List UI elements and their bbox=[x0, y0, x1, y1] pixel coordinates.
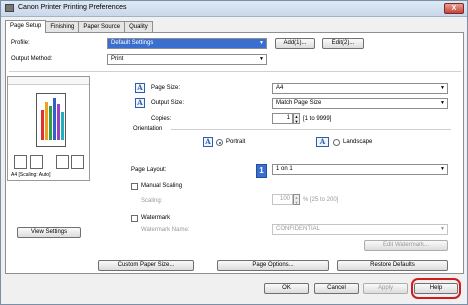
preview-caption: A4 [Scaling: Auto] bbox=[11, 172, 51, 178]
watermark-value: CONFIDENTIAL bbox=[276, 226, 321, 232]
profile-select[interactable]: Default Settings ▼ bbox=[107, 38, 267, 49]
page-size-value: A4 bbox=[276, 85, 284, 91]
chevron-down-icon: ▼ bbox=[440, 85, 445, 91]
chevron-down-icon: ▼ bbox=[259, 56, 264, 62]
watermark-checkbox[interactable] bbox=[131, 215, 138, 222]
divider bbox=[9, 71, 461, 72]
page-layout-label: Page Layout: bbox=[131, 167, 167, 173]
close-button[interactable]: X bbox=[444, 3, 464, 14]
copies-spinner[interactable]: ▲ ▼ bbox=[293, 113, 300, 124]
chevron-down-icon: ▼ bbox=[440, 100, 445, 106]
printer-icon bbox=[5, 4, 14, 12]
output-method-value: Print bbox=[111, 56, 124, 62]
cancel-button[interactable]: Cancel bbox=[314, 283, 359, 294]
scaling-value: 100 bbox=[279, 196, 290, 202]
page-layout-icon: 1 bbox=[256, 164, 267, 178]
apply-button[interactable]: Apply bbox=[363, 283, 408, 294]
portrait-radio[interactable] bbox=[216, 139, 223, 146]
ok-button[interactable]: OK bbox=[264, 283, 309, 294]
profile-label: Profile: bbox=[11, 40, 30, 46]
manual-scaling-checkbox[interactable] bbox=[131, 183, 138, 190]
edit-profile-button[interactable]: Edit(2)... bbox=[322, 38, 364, 49]
landscape-icon: A bbox=[316, 137, 329, 147]
watermark-name-label: Watermark Name: bbox=[141, 227, 190, 233]
page-layout-select[interactable]: 1 on 1 ▼ bbox=[272, 164, 448, 175]
output-method-select[interactable]: Print ▼ bbox=[107, 54, 267, 65]
window-title: Canon Printer Printing Preferences bbox=[18, 4, 127, 11]
custom-paper-size-button[interactable]: Custom Paper Size... bbox=[98, 260, 194, 271]
preview-page bbox=[36, 93, 66, 147]
manual-scaling-label: Manual Scaling bbox=[141, 183, 183, 189]
portrait-icon: A bbox=[203, 137, 213, 147]
copies-range: [1 to 9999] bbox=[303, 116, 332, 122]
layout-icon bbox=[30, 155, 43, 169]
print-preview: A4 [Scaling: Auto] bbox=[7, 76, 90, 181]
copies-input[interactable]: 1 bbox=[272, 113, 293, 124]
staple-icon bbox=[71, 155, 84, 169]
copies-value: 1 bbox=[286, 115, 290, 121]
duplex-icon bbox=[56, 155, 69, 169]
watermark-select[interactable]: CONFIDENTIAL ▼ bbox=[272, 224, 448, 235]
output-size-select[interactable]: Match Page Size ▼ bbox=[272, 98, 448, 109]
finishing-icon bbox=[14, 155, 27, 169]
output-size-value: Match Page Size bbox=[276, 100, 322, 106]
output-size-icon: A bbox=[135, 98, 145, 108]
scaling-input[interactable]: 100 bbox=[272, 194, 293, 205]
scaling-label: Scaling: bbox=[141, 198, 163, 204]
help-highlight-circle bbox=[411, 278, 461, 299]
chevron-down-icon: ▼ bbox=[259, 40, 264, 46]
edit-watermark-button[interactable]: Edit Watermark... bbox=[364, 240, 448, 251]
chevron-down-icon: ▼ bbox=[440, 166, 445, 172]
page-size-icon: A bbox=[135, 83, 145, 93]
page-size-label: Page Size: bbox=[151, 85, 181, 91]
preview-toolbar bbox=[8, 77, 89, 85]
watermark-label: Watermark bbox=[141, 215, 171, 221]
scaling-spinner[interactable]: ▲ ▼ bbox=[293, 194, 300, 205]
landscape-radio[interactable] bbox=[333, 139, 340, 146]
orientation-label: Orientation bbox=[133, 126, 163, 132]
profile-value: Default Settings bbox=[111, 40, 154, 46]
scaling-range: % [25 to 200] bbox=[303, 197, 339, 203]
printing-preferences-window: Canon Printer Printing Preferences X Pag… bbox=[0, 0, 468, 305]
copies-label: Copies: bbox=[151, 116, 172, 122]
page-layout-value: 1 on 1 bbox=[276, 166, 293, 172]
portrait-label: Portrait bbox=[226, 139, 246, 145]
add-profile-button[interactable]: Add(1)... bbox=[275, 38, 315, 49]
landscape-label: Landscape bbox=[343, 139, 373, 145]
title-bar: Canon Printer Printing Preferences X bbox=[1, 1, 467, 17]
chevron-down-icon: ▼ bbox=[440, 226, 445, 232]
restore-defaults-button[interactable]: Restore Defaults bbox=[337, 260, 448, 271]
view-settings-button[interactable]: View Settings bbox=[17, 227, 81, 238]
tab-page-setup[interactable]: Page Setup bbox=[5, 20, 47, 33]
output-method-label: Output Method: bbox=[11, 56, 53, 62]
output-size-label: Output Size: bbox=[151, 100, 185, 106]
page-options-button[interactable]: Page Options... bbox=[217, 260, 329, 271]
tab-strip: Page Setup Finishing Paper Source Qualit… bbox=[5, 20, 153, 33]
page-size-select[interactable]: A4 ▼ bbox=[272, 83, 448, 94]
orientation-group-line bbox=[171, 129, 451, 130]
